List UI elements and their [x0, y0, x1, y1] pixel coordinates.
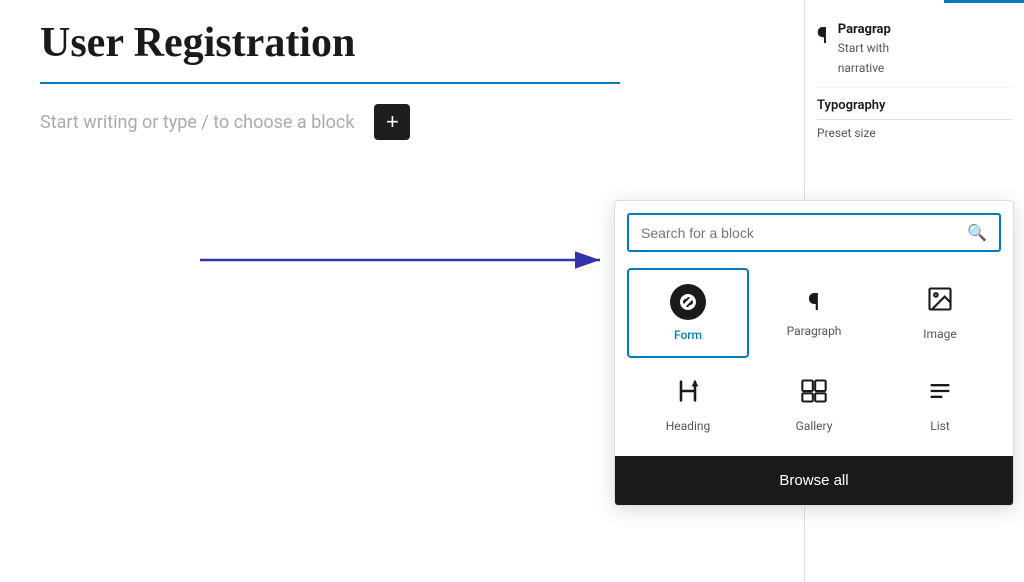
paragraph-panel-desc-line1: Start with [838, 41, 889, 55]
block-label-image: Image [923, 327, 956, 341]
preset-size-label: Preset size [817, 126, 1012, 140]
browse-all-button[interactable]: Browse all [615, 456, 1013, 505]
block-label-form: Form [674, 328, 702, 342]
page-title: User Registration [40, 20, 580, 66]
gallery-icon [800, 377, 828, 411]
block-item-heading[interactable]: Heading [627, 362, 749, 448]
heading-icon [674, 377, 702, 411]
paragraph-panel-desc-line2: narrative [838, 61, 885, 75]
image-icon [926, 285, 954, 319]
block-label-gallery: Gallery [796, 419, 833, 433]
panel-divider [817, 119, 1012, 120]
search-input[interactable] [641, 225, 959, 241]
paragraph-icon: ¶ [808, 288, 820, 316]
block-item-paragraph[interactable]: ¶ Paragraph [753, 268, 875, 358]
paragraph-panel-title: Paragrap [838, 22, 891, 37]
block-inserter-popup: 🔍 Form ¶ Paragraph [614, 200, 1014, 506]
list-icon [926, 377, 954, 411]
add-block-button[interactable]: + [374, 104, 410, 140]
paragraph-panel-icon: ¶ [817, 24, 828, 49]
panel-top-accent [944, 0, 1024, 3]
paragraph-panel-text: Paragrap Start with narrative [838, 22, 891, 77]
blocks-grid: Form ¶ Paragraph Image [615, 260, 1013, 456]
form-icon [670, 284, 706, 320]
block-item-image[interactable]: Image [879, 268, 1001, 358]
block-label-paragraph: Paragraph [787, 324, 842, 338]
title-underline [40, 82, 620, 84]
main-content: User Registration Start writing or type … [0, 0, 620, 582]
editor-placeholder: Start writing or type / to choose a bloc… [40, 112, 354, 133]
block-label-heading: Heading [666, 419, 711, 433]
paragraph-panel-item: ¶ Paragrap Start with narrative [817, 12, 1012, 88]
block-item-gallery[interactable]: Gallery [753, 362, 875, 448]
search-icon: 🔍 [967, 223, 987, 242]
typography-label: Typography [817, 98, 1012, 113]
block-label-list: List [930, 419, 950, 433]
search-box[interactable]: 🔍 [627, 213, 1001, 252]
placeholder-area[interactable]: Start writing or type / to choose a bloc… [40, 104, 580, 140]
search-container: 🔍 [615, 201, 1013, 260]
block-item-list[interactable]: List [879, 362, 1001, 448]
block-item-form[interactable]: Form [627, 268, 749, 358]
typography-section: Typography Preset size [817, 88, 1012, 150]
